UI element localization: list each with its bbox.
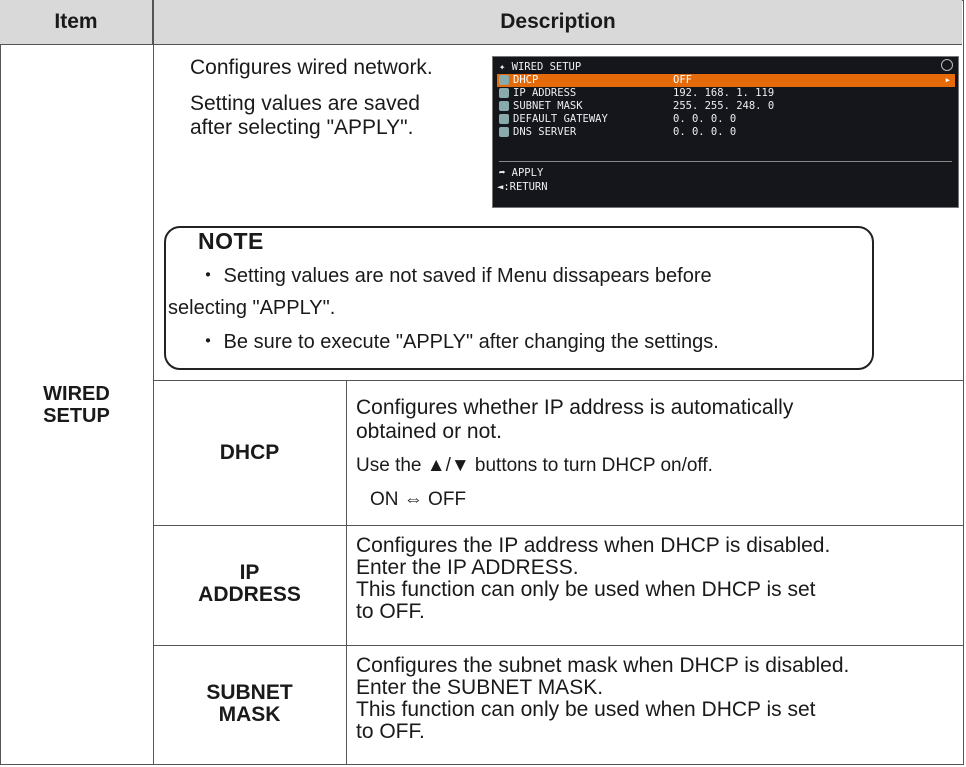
row-ip-line-2: Enter the IP ADDRESS. [356, 556, 579, 579]
column-divider [153, 44, 154, 765]
arrow-right-icon: ▸ [944, 74, 951, 86]
menu-row-dns-server: DNS SERVER 0. 0. 0. 0 [497, 126, 955, 139]
menu-row-ip-address: IP ADDRESS 192. 168. 1. 119 [497, 87, 955, 100]
server-icon [499, 127, 509, 137]
item-wired-setup: WIRED SETUP [43, 383, 110, 427]
row-subnet-line-1: Configures the subnet mask when DHCP is … [356, 654, 850, 677]
note-title: NOTE [196, 228, 266, 255]
wired-setup-menu-screenshot: ✦ WIRED SETUP DHCP OFF ▸ IP ADDRESS 192.… [492, 56, 959, 208]
menu-apply: ➦ APPLY [499, 167, 544, 179]
dhcp-icon [499, 75, 509, 85]
row-ip-line-1: Configures the IP address when DHCP is d… [356, 534, 831, 557]
menu-row-default-gateway: DEFAULT GATEWAY 0. 0. 0. 0 [497, 113, 955, 126]
intro-line-3: after selecting "APPLY". [190, 116, 414, 139]
row-separator [153, 525, 963, 526]
network-icon [499, 101, 509, 111]
row-subnet-line-4: to OFF. [356, 720, 425, 743]
row-separator [153, 380, 963, 381]
row-ip-address-label: IP ADDRESS [198, 561, 301, 606]
intro-line-2: Setting values are saved [190, 92, 420, 115]
header-description: Description [153, 0, 962, 44]
row-ip-line-3: This function can only be used when DHCP… [356, 578, 816, 601]
note-line-1: ・ Setting values are not saved if Menu d… [198, 265, 712, 287]
header-item: Item [0, 0, 153, 44]
row-subnet-line-2: Enter the SUBNET MASK. [356, 676, 604, 699]
row-dhcp-line-1: Configures whether IP address is automat… [356, 396, 794, 419]
menu-corner-icon [941, 59, 953, 71]
gateway-icon [499, 114, 509, 124]
menu-return: ◄:RETURN [497, 181, 548, 193]
row-dhcp-line-3: Use the ▲/▼ buttons to turn DHCP on/off. [356, 455, 713, 476]
table-header: Item Description [0, 0, 962, 45]
row-dhcp-label: DHCP [219, 441, 280, 464]
row-subnet-line-3: This function can only be used when DHCP… [356, 698, 816, 721]
sub-column-divider [346, 380, 347, 765]
row-subnet-mask-label: SUBNET MASK [206, 681, 293, 726]
network-icon [499, 88, 509, 98]
row-separator [153, 645, 963, 646]
note-line-3: ・ Be sure to execute "APPLY" after chang… [198, 331, 719, 353]
row-dhcp-line-2: obtained or not. [356, 420, 502, 443]
menu-row-subnet-mask: SUBNET MASK 255. 255. 248. 0 [497, 100, 955, 113]
row-dhcp-line-4: ON ⇔ OFF [370, 489, 467, 510]
menu-row-dhcp: DHCP OFF ▸ [497, 74, 955, 87]
note-line-2: selecting "APPLY". [168, 297, 336, 319]
menu-divider [499, 161, 952, 162]
menu-title: ✦ WIRED SETUP [499, 61, 582, 73]
row-ip-line-4: to OFF. [356, 600, 425, 623]
intro-line-1: Configures wired network. [190, 56, 433, 79]
